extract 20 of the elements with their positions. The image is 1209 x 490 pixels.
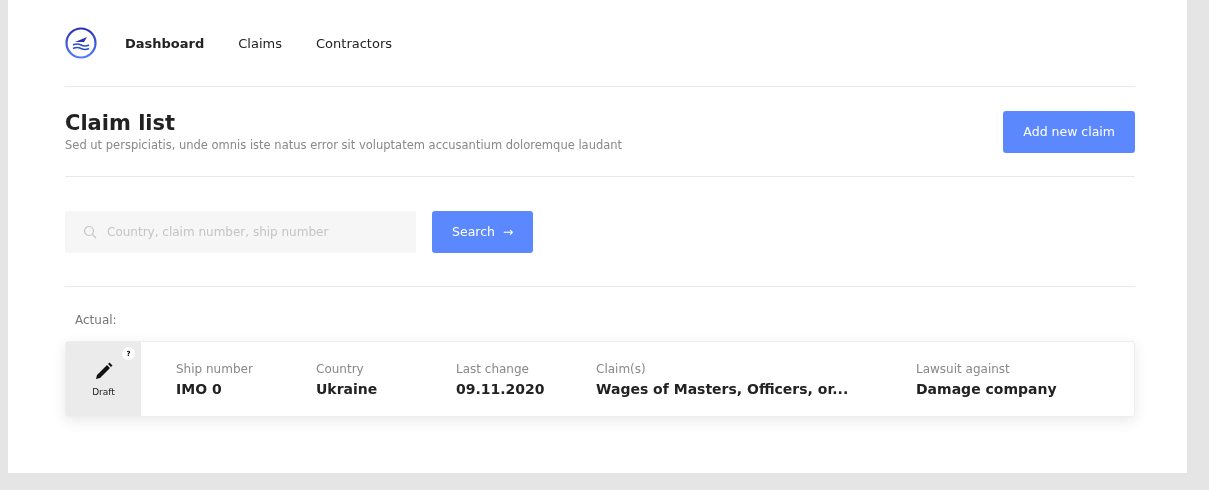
- field-label: Country: [316, 361, 365, 376]
- field-label: Claim(s): [596, 361, 647, 376]
- nav-link[interactable]: Claims: [238, 35, 282, 51]
- status-label: Draft: [92, 387, 115, 397]
- field-value: Damage company: [916, 380, 1058, 397]
- field-value: IMO 0: [176, 380, 223, 397]
- page-subtitle: Sed ut perspiciatis, unde omnis iste natus error sit voluptatem accusantium doloremque laudant: [65, 138, 623, 152]
- field-label: Ship number: [176, 361, 254, 376]
- field-value: Ukraine: [316, 380, 379, 397]
- section-label: Actual:: [74, 312, 118, 329]
- pencil-icon: [93, 361, 114, 381]
- page-title: Claim list: [65, 111, 177, 135]
- field-value: 09.11.2020: [456, 380, 546, 397]
- field-value: Wages of Masters, Officers, or...: [596, 380, 850, 397]
- search-icon: [83, 224, 97, 239]
- nav-link[interactable]: Contractors: [316, 35, 392, 51]
- nav-link[interactable]: Dashboard: [125, 35, 205, 51]
- field-label: Lawsuit against: [916, 361, 1011, 376]
- logo-icon: [65, 27, 97, 59]
- field-label: Last change: [456, 361, 530, 376]
